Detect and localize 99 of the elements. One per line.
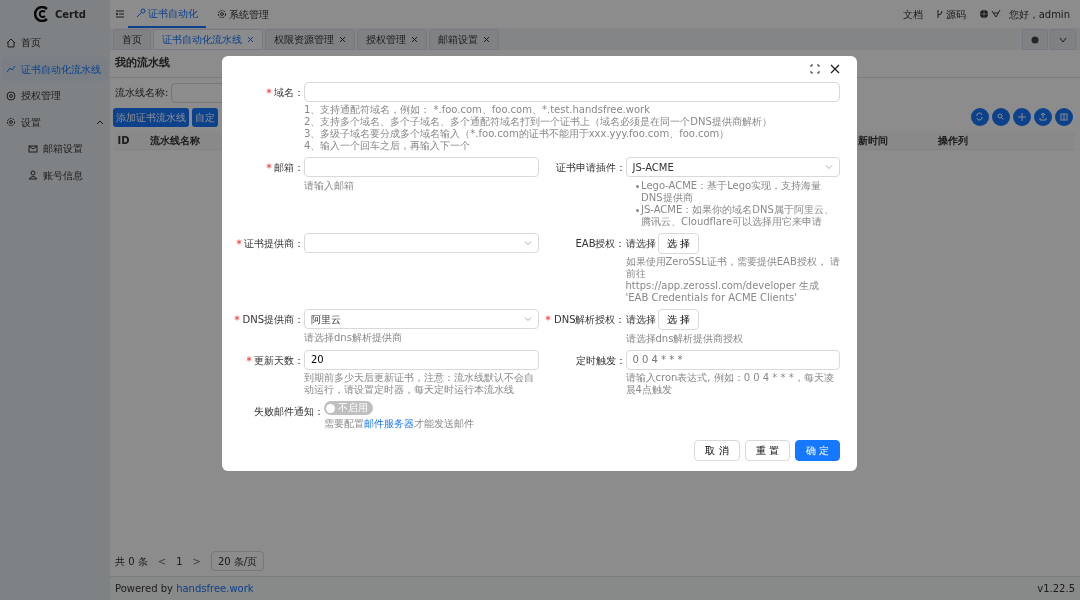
user-greeting[interactable]: 您好，admin	[1008, 6, 1070, 22]
chevron-icon	[96, 118, 104, 126]
help-text: 请选择dns解析提供商授权	[625, 332, 745, 345]
select-button[interactable]: 选 择	[658, 309, 700, 330]
chevron-icon	[825, 163, 833, 171]
page-tab[interactable]: 权限资源管理	[264, 29, 355, 50]
field-label: DNS解析授权：	[553, 313, 626, 327]
input-field[interactable]	[304, 157, 539, 177]
line-chart-icon	[6, 64, 16, 74]
column-header: 操作列	[937, 134, 968, 146]
picker-value: 请选择	[625, 236, 656, 251]
header-link[interactable]: 文档	[903, 6, 924, 22]
field-label: EAB授权：	[575, 236, 626, 251]
field-label: 失败邮件通知：	[254, 405, 324, 419]
help-text: https://app.zerossl.com/developer 生成 'EAB Credentials for ACME Clients'	[625, 280, 821, 304]
help-text: 请输入cron表达式, 例如：0 0 4 * * *，每天凌晨4点触发	[625, 372, 835, 396]
globe-icon[interactable]	[978, 9, 989, 19]
search-label: 流水线名称:	[115, 86, 169, 100]
field-label: 域名：	[274, 85, 304, 100]
input-field[interactable]: 20	[304, 349, 539, 370]
select-field[interactable]: 阿里云	[304, 309, 539, 329]
toolbar-button[interactable]	[1033, 108, 1052, 126]
action-button[interactable]: 自定	[191, 107, 218, 127]
select-field[interactable]	[304, 232, 539, 253]
seal-icon	[6, 90, 16, 101]
bullet-icon	[635, 208, 639, 212]
column-header: 流水线名称	[149, 134, 200, 146]
help-text: 到期前多少天后更新证书，注意：流水线默认不会自动运行，请设置定时器，每天定时运行本流水线	[304, 372, 535, 396]
page-title: 我的流水线	[115, 56, 170, 69]
user-icon	[28, 170, 38, 180]
confirm-button[interactable]: 确 定	[794, 439, 840, 461]
key-icon	[135, 8, 146, 18]
toolbar-button[interactable]	[1012, 108, 1031, 126]
version-text: v1.22.5	[1037, 582, 1075, 596]
help-text: 请输入邮箱	[304, 179, 355, 192]
menu-icon[interactable]	[115, 9, 125, 19]
toolbar-button[interactable]	[970, 108, 989, 126]
column-header: 新时间	[857, 134, 888, 146]
next-page-button[interactable]: >	[192, 553, 201, 569]
bullet-icon	[635, 184, 639, 188]
help-text: 请选择dns解析提供商	[304, 331, 403, 344]
column-header: ID	[117, 134, 130, 146]
mail-icon	[28, 143, 38, 154]
sidebar-item[interactable]: 证书自动化流水线	[2, 57, 108, 81]
field-label: DNS提供商：	[242, 313, 304, 327]
select-button[interactable]: 选 择	[658, 232, 700, 254]
header-link[interactable]: 源码	[935, 6, 967, 22]
help-text: 需要配置邮件服务器才能发送邮件	[324, 417, 475, 430]
fullscreen-icon[interactable]	[810, 64, 820, 74]
close-icon[interactable]	[830, 64, 840, 74]
nav-tab[interactable]: 系统管理	[208, 0, 277, 28]
export-icon	[1036, 111, 1049, 123]
pagination-total: 共 0 条	[115, 554, 148, 569]
field-label: 邮箱：	[274, 161, 304, 175]
picker-value: 请选择	[625, 313, 656, 327]
powered-by-text: Powered by handsfree.work	[115, 582, 254, 596]
brand-name: Certd	[55, 7, 86, 22]
branch-icon	[935, 9, 944, 19]
page-tab[interactable]: 授权管理	[356, 29, 427, 50]
field-label: 证书提供商：	[244, 236, 304, 251]
input-field[interactable]	[304, 81, 840, 102]
sidebar-item[interactable]: 账号信息	[2, 163, 108, 187]
field-label: 更新天数：	[254, 353, 304, 368]
sidebar-item[interactable]: 邮箱设置	[2, 136, 108, 161]
toolbar-button[interactable]	[991, 108, 1010, 126]
page-tab[interactable]: 邮箱设置	[428, 29, 499, 50]
move-icon	[1015, 111, 1028, 123]
field-label: 证书申请插件：	[555, 161, 626, 175]
chevron-icon	[523, 315, 532, 323]
chevron-icon	[523, 238, 532, 247]
logo-icon	[34, 6, 50, 22]
footer-link[interactable]: handsfree.work	[176, 583, 254, 594]
page-number[interactable]: 1	[176, 553, 183, 569]
page-tab[interactable]: 证书自动化流水线	[152, 29, 263, 50]
help-text: 4、输入一个回车之后，再输入下一个	[304, 140, 472, 152]
dialog-button[interactable]: 取 消	[694, 439, 740, 461]
action-button[interactable]: 添加证书流水线	[112, 107, 189, 127]
gear-icon	[216, 9, 227, 19]
input-field[interactable]: 0 0 4 * * *	[625, 349, 840, 370]
toolbar-button[interactable]	[1054, 108, 1073, 126]
help-text: JS-ACME：如果你的域名DNS属于阿里云、腾讯云、Cloudflare可以选择用它来申请	[641, 203, 835, 228]
mail-server-link[interactable]: 邮件服务器	[364, 417, 414, 429]
sidebar-item[interactable]: 首页	[2, 30, 108, 55]
help-text: 3、多级子域名要分成多个域名输入（*.foo.com的证书不能用于xxx.yyy.foo.com、foo.com）	[304, 128, 731, 140]
dialog-button[interactable]: 重 置	[744, 439, 790, 461]
columns-icon	[1057, 111, 1070, 123]
help-text: 2、支持多个域名、多个子域名、多个通配符域名打到一个证书上（域名必须是在同一个DNS提供商解析）	[304, 116, 773, 128]
help-text: 1、支持通配符域名，例如： *.foo.com、foo.com、*.test.handsfree.work	[304, 104, 651, 116]
refresh-icon	[973, 111, 986, 123]
field-label: 定时触发：	[575, 353, 626, 368]
select-field[interactable]: JS-ACME	[625, 157, 840, 177]
chevron-icon	[1058, 35, 1067, 44]
sidebar-item[interactable]: 设置	[2, 110, 108, 134]
previous-page-button[interactable]: <	[157, 553, 167, 569]
page-tab[interactable]: 首页	[112, 29, 151, 50]
page-size-select[interactable]: 20 条/页	[210, 551, 265, 571]
help-text: Lego-ACME：基于Lego实现，支持海量DNS提供商	[641, 179, 823, 204]
sidebar-item[interactable]: 授权管理	[2, 83, 108, 108]
home-icon	[6, 37, 16, 48]
